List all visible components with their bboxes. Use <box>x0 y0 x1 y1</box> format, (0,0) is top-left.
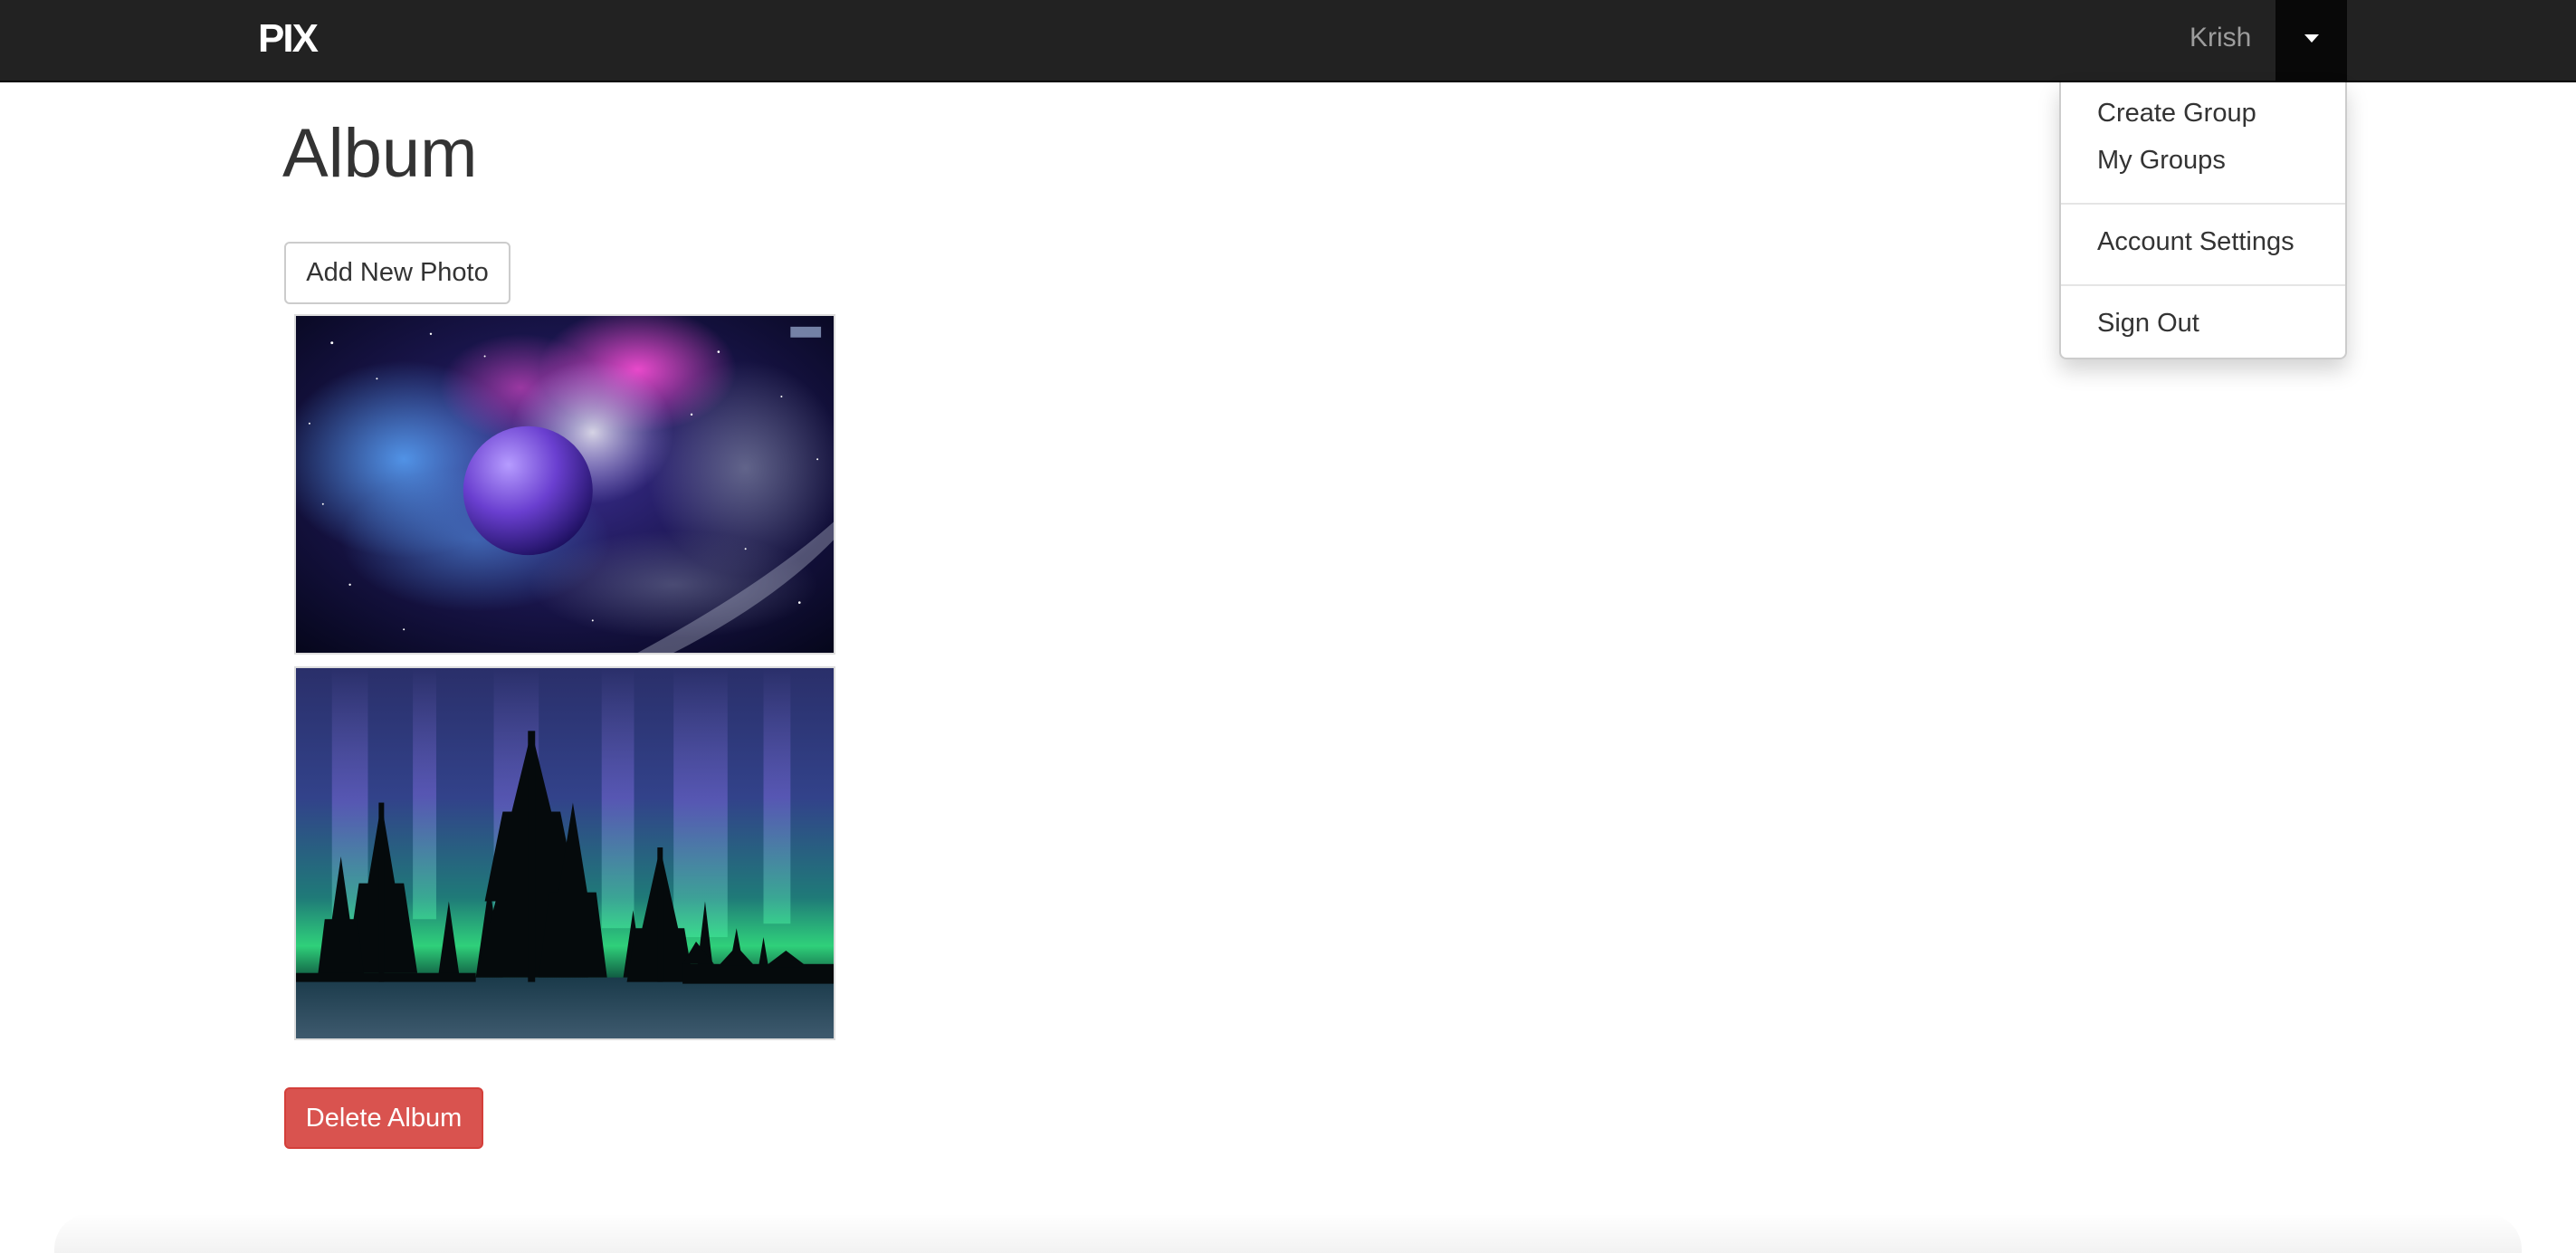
top-navbar: PIX Krish <box>0 0 2576 82</box>
album-photo[interactable] <box>294 666 835 1040</box>
user-menu-toggle[interactable] <box>2275 0 2347 81</box>
footer-shadow <box>54 1213 2522 1253</box>
user-name-link[interactable]: Krish <box>2190 18 2251 58</box>
space-nebula-image <box>296 316 834 653</box>
delete-album-button[interactable]: Delete Album <box>284 1087 483 1149</box>
menu-divider <box>2061 284 2345 286</box>
user-dropdown-menu: Create Group My Groups Account Settings … <box>2059 82 2347 359</box>
caret-down-icon <box>2304 34 2319 43</box>
brand-logo[interactable]: PIX <box>258 16 319 62</box>
menu-item-create-group[interactable]: Create Group <box>2097 95 2256 131</box>
menu-item-account-settings[interactable]: Account Settings <box>2097 224 2295 260</box>
add-new-photo-button[interactable]: Add New Photo <box>284 242 510 304</box>
aurora-image <box>296 668 834 1038</box>
menu-item-my-groups[interactable]: My Groups <box>2097 142 2226 178</box>
menu-item-sign-out[interactable]: Sign Out <box>2097 305 2199 341</box>
menu-divider <box>2061 203 2345 205</box>
album-photo[interactable] <box>294 314 835 655</box>
page-title: Album <box>282 115 478 192</box>
